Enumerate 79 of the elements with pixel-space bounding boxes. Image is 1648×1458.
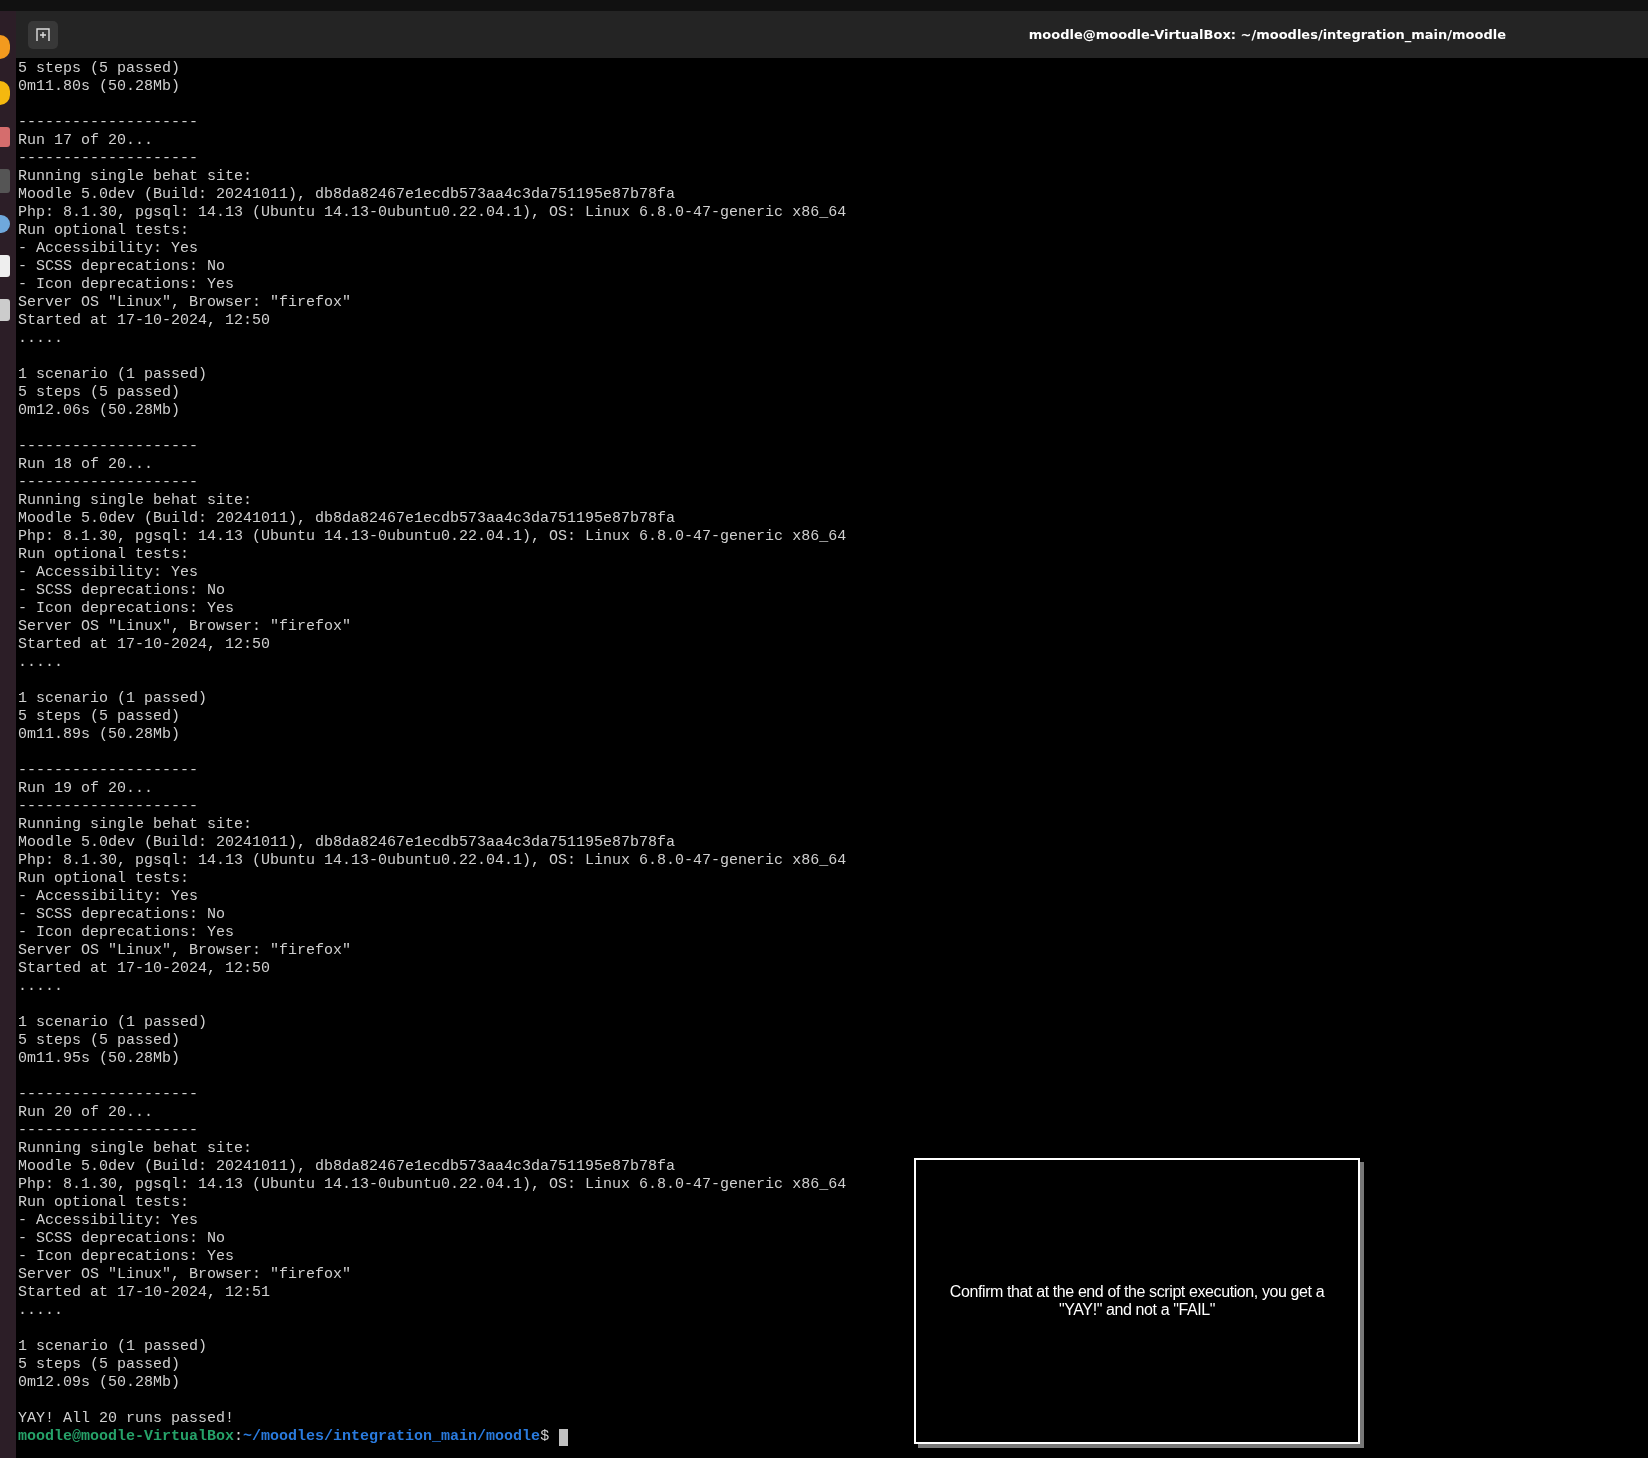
output-line: Started at 17-10-2024, 12:50 (18, 636, 271, 654)
output-line: 1 scenario (1 passed) (18, 366, 208, 384)
output-line: -------------------- (18, 438, 199, 456)
output-line: Php: 8.1.30, pgsql: 14.13 (Ubuntu 14.13-0ubuntu0.22.04.1), OS: Linux 6.8.0-47-generic x86_64 (18, 1176, 847, 1194)
output-line: ..... (18, 654, 63, 672)
output-line: Run optional tests: (18, 870, 190, 888)
output-line: Php: 8.1.30, pgsql: 14.13 (Ubuntu 14.13-0ubuntu0.22.04.1), OS: Linux 6.8.0-47-generic x86_64 (18, 528, 847, 546)
output-line: 1 scenario (1 passed) (18, 1014, 208, 1032)
output-line: 0m11.80s (50.28Mb) (18, 78, 181, 96)
output-line: - SCSS deprecations: No (18, 1230, 226, 1248)
output-line: - Accessibility: Yes (18, 888, 199, 906)
output-line: Running single behat site: (18, 816, 253, 834)
output-line: 0m12.09s (50.28Mb) (18, 1374, 181, 1392)
output-line: -------------------- (18, 114, 199, 132)
output-line: 1 scenario (1 passed) (18, 690, 208, 708)
new-tab-button[interactable] (28, 20, 58, 49)
output-line: - SCSS deprecations: No (18, 582, 226, 600)
text-cursor (559, 1428, 569, 1446)
output-line: - Accessibility: Yes (18, 564, 199, 582)
output-line: Running single behat site: (18, 492, 253, 510)
output-line: -------------------- (18, 474, 199, 492)
output-line: Started at 17-10-2024, 12:50 (18, 960, 271, 978)
output-line: 0m12.06s (50.28Mb) (18, 402, 181, 420)
output-line: - SCSS deprecations: No (18, 258, 226, 276)
output-line: Run 18 of 20... (18, 456, 154, 474)
output-line: Run 19 of 20... (18, 780, 154, 798)
output-line: Server OS "Linux", Browser: "firefox" (18, 942, 352, 960)
output-line: Running single behat site: (18, 1140, 253, 1158)
output-line: Run 20 of 20... (18, 1104, 154, 1122)
output-line: 5 steps (5 passed) (18, 1356, 181, 1374)
output-line: -------------------- (18, 150, 199, 168)
output-line: -------------------- (18, 762, 199, 780)
output-line: Run 17 of 20... (18, 132, 154, 150)
annotation-text: Confirm that at the end of the script execution, you get a "YAY!" and not a "FAIL" (948, 1283, 1326, 1319)
output-line: - Icon deprecations: Yes (18, 924, 235, 942)
output-line: Server OS "Linux", Browser: "firefox" (18, 1266, 352, 1284)
output-line: ..... (18, 1302, 63, 1320)
output-line: Php: 8.1.30, pgsql: 14.13 (Ubuntu 14.13-0ubuntu0.22.04.1), OS: Linux 6.8.0-47-generic x86_64 (18, 204, 847, 222)
output-line: Moodle 5.0dev (Build: 20241011), db8da82467e1ecdb573aa4c3da751195e87b78fa (18, 1158, 676, 1176)
output-line: YAY! All 20 runs passed! (18, 1410, 235, 1428)
output-line: - Accessibility: Yes (18, 240, 199, 258)
output-line: - SCSS deprecations: No (18, 906, 226, 924)
prompt-symbol: $ (540, 1428, 550, 1446)
output-line: - Icon deprecations: Yes (18, 276, 235, 294)
output-line: Started at 17-10-2024, 12:51 (18, 1284, 271, 1302)
output-line: ..... (18, 330, 63, 348)
output-line: Moodle 5.0dev (Build: 20241011), db8da82467e1ecdb573aa4c3da751195e87b78fa (18, 186, 676, 204)
output-line: Run optional tests: (18, 1194, 190, 1212)
output-line: - Icon deprecations: Yes (18, 600, 235, 618)
output-line: ..... (18, 978, 63, 996)
output-line: - Accessibility: Yes (18, 1212, 199, 1230)
output-line: Moodle 5.0dev (Build: 20241011), db8da82467e1ecdb573aa4c3da751195e87b78fa (18, 834, 676, 852)
output-line: -------------------- (18, 1122, 199, 1140)
output-line: Started at 17-10-2024, 12:50 (18, 312, 271, 330)
output-line: Running single behat site: (18, 168, 253, 186)
output-line: 5 steps (5 passed) (18, 1032, 181, 1050)
output-line: Run optional tests: (18, 222, 190, 240)
new-tab-icon (35, 27, 51, 42)
output-line: 1 scenario (1 passed) (18, 1338, 208, 1356)
output-line: Php: 8.1.30, pgsql: 14.13 (Ubuntu 14.13-0ubuntu0.22.04.1), OS: Linux 6.8.0-47-generic x86_64 (18, 852, 847, 870)
dock-app-icon[interactable] (0, 215, 10, 233)
dock-app-icon[interactable] (0, 81, 10, 105)
output-line: 0m11.89s (50.28Mb) (18, 726, 181, 744)
output-line: Server OS "Linux", Browser: "firefox" (18, 618, 352, 636)
output-line: 5 steps (5 passed) (18, 384, 181, 402)
output-line: 5 steps (5 passed) (18, 60, 181, 78)
output-line: 5 steps (5 passed) (18, 708, 181, 726)
prompt-separator: : (234, 1428, 244, 1446)
output-line: Run optional tests: (18, 546, 190, 564)
prompt-path: ~/moodles/integration_main/moodle (243, 1428, 541, 1446)
prompt-user-host: moodle@moodle-VirtualBox (18, 1428, 235, 1446)
output-line: 0m11.95s (50.28Mb) (18, 1050, 181, 1068)
dock-app-icon[interactable] (0, 35, 10, 59)
output-line: -------------------- (18, 798, 199, 816)
output-line: - Icon deprecations: Yes (18, 1248, 235, 1266)
output-line: Moodle 5.0dev (Build: 20241011), db8da82467e1ecdb573aa4c3da751195e87b78fa (18, 510, 676, 528)
output-line: -------------------- (18, 1086, 199, 1104)
output-line: Server OS "Linux", Browser: "firefox" (18, 294, 352, 312)
window-title: moodle@moodle-VirtualBox: ~/moodles/integration_main/moodle (1028, 27, 1506, 42)
